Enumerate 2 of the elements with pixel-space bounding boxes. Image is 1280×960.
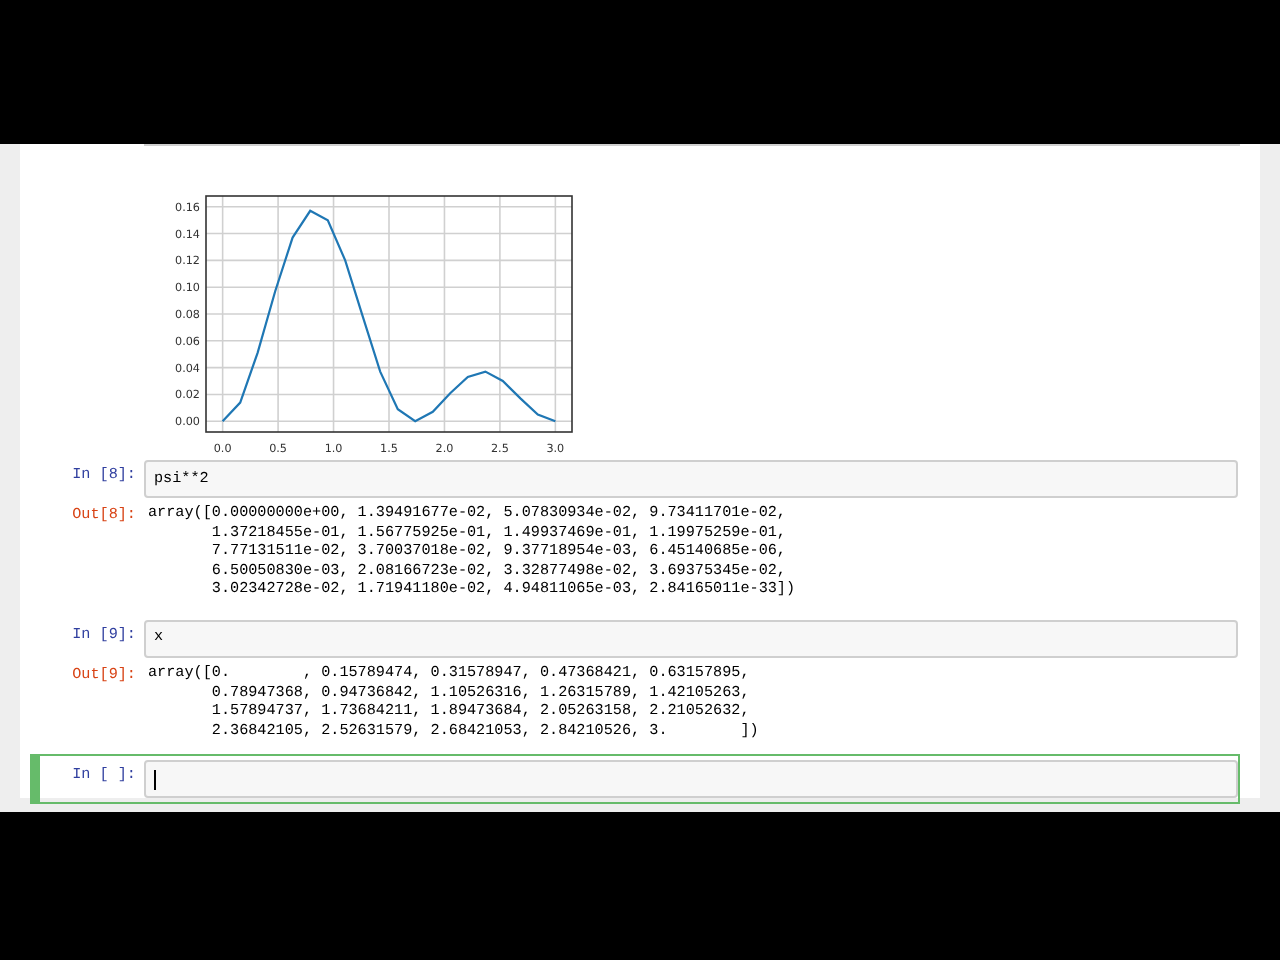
text-cursor — [154, 769, 156, 790]
code-input-field[interactable] — [144, 760, 1238, 799]
